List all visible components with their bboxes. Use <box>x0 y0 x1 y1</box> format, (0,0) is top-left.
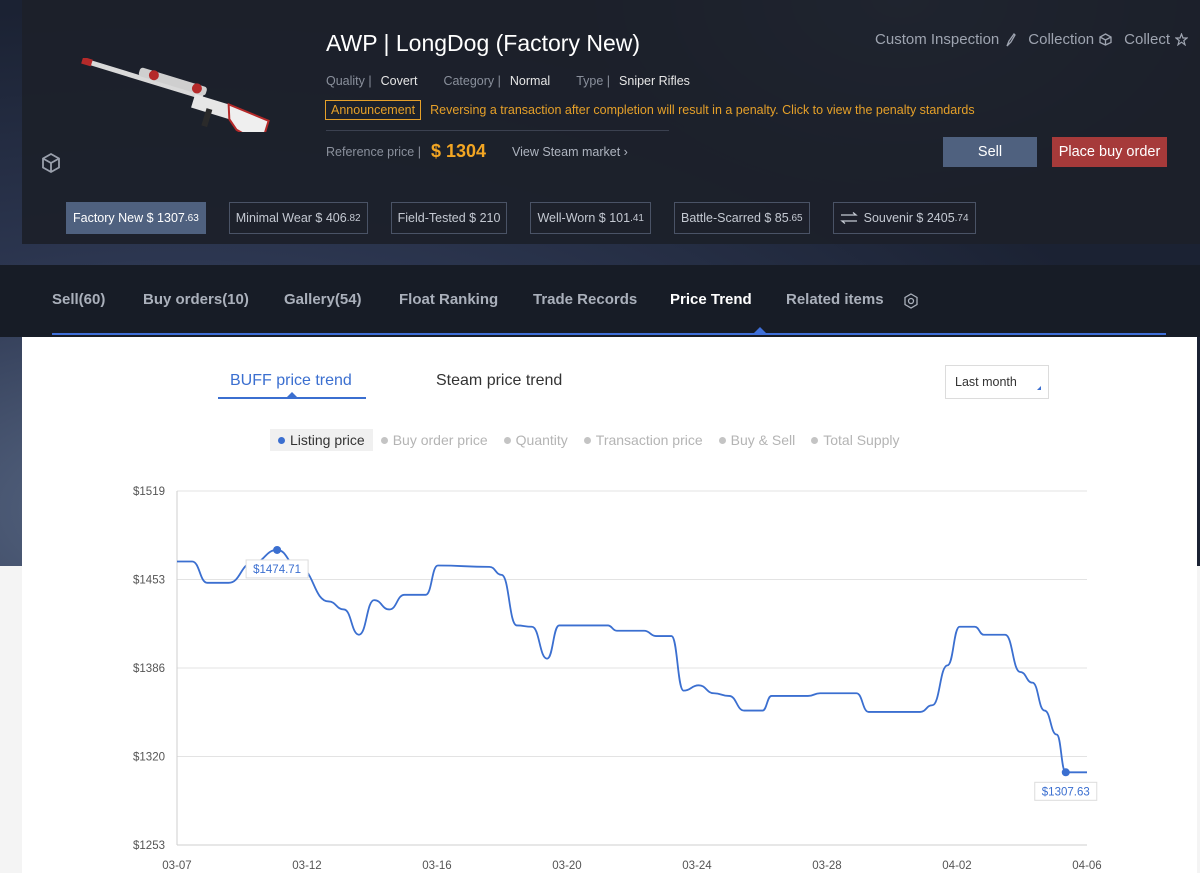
collect-button[interactable]: Collect <box>1124 31 1188 48</box>
price-trend-chart: $1519 $1453 $1386 $1320 $1253 03-07 03-12 03-16… <box>133 486 1102 872</box>
category-value: Normal <box>509 74 551 88</box>
tab-sell[interactable]: Sell(60) <box>52 291 105 308</box>
wear-label: Factory New $ 1307 <box>73 211 185 225</box>
tab-trade-records[interactable]: Trade Records <box>533 291 637 308</box>
wear-decimal: .41 <box>630 212 644 224</box>
tabs-container: Sell(60) Buy orders(10) Gallery(54) Floa… <box>52 265 1166 335</box>
x-tick-label: 03-24 <box>682 860 712 872</box>
announcement-badge: Announcement <box>325 100 422 120</box>
tab-buy-orders[interactable]: Buy orders(10) <box>143 291 249 308</box>
reference-price-value: $ 1304 <box>430 141 487 161</box>
reference-price-row: Reference price | $ 1304 View Steam mark… <box>326 141 628 162</box>
divider <box>326 130 669 131</box>
wear-well-worn[interactable]: Well-Worn $ 101.41 <box>530 202 651 234</box>
swap-icon <box>839 212 858 224</box>
x-tick-label: 04-02 <box>942 860 971 872</box>
collect-label: Collect <box>1124 31 1170 48</box>
announcement-row: Announcement Reversing a transaction aft… <box>325 100 975 120</box>
x-tick-label: 03-16 <box>422 860 451 872</box>
x-tick-label: 03-07 <box>162 860 191 872</box>
settings-icon[interactable] <box>903 293 919 309</box>
box-icon <box>1099 33 1112 46</box>
y-tick-label: $1253 <box>133 840 165 852</box>
category-label: Category | <box>443 74 501 88</box>
price-marker-label: $1307.63 <box>1042 786 1090 798</box>
active-tab-caret <box>754 327 766 333</box>
quality-value: Covert <box>380 74 418 88</box>
wear-decimal: .82 <box>346 212 361 224</box>
y-tick-label: $1386 <box>133 663 165 675</box>
x-tick-label: 04-06 <box>1072 860 1101 872</box>
brush-icon <box>1006 32 1017 46</box>
price-marker <box>273 545 282 554</box>
announcement-link[interactable]: Reversing a transaction after completion… <box>430 103 974 117</box>
wear-decimal: .65 <box>788 212 803 224</box>
y-tick-label: $1453 <box>133 575 165 587</box>
wear-decimal: .63 <box>184 212 199 224</box>
wear-selector: Factory New $ 1307.63 Minimal Wear $ 406… <box>66 202 976 234</box>
custom-inspection-button[interactable]: Custom Inspection <box>875 31 1017 48</box>
wear-minimal-wear[interactable]: Minimal Wear $ 406.82 <box>228 202 368 234</box>
wear-label: Well-Worn $ 101 <box>537 211 631 225</box>
type-label: Type | <box>576 74 611 88</box>
3d-inspect-icon[interactable] <box>40 152 62 174</box>
price-marker-label: $1474.71 <box>253 564 301 576</box>
tabs-bar: Sell(60) Buy orders(10) Gallery(54) Floa… <box>0 265 1200 337</box>
header-actions: Custom Inspection Collection Collect <box>875 31 1188 48</box>
y-tick-label: $1519 <box>133 486 165 498</box>
category-field: Category | Normal <box>443 74 550 88</box>
wear-label: Souvenir $ 2405 <box>863 211 955 225</box>
wear-decimal: .74 <box>954 212 969 224</box>
price-marker <box>1061 768 1070 777</box>
place-buy-order-button[interactable]: Place buy order <box>1052 137 1167 167</box>
x-tick-label: 03-12 <box>292 860 321 872</box>
sell-button[interactable]: Sell <box>943 137 1037 167</box>
wear-factory-new[interactable]: Factory New $ 1307.63 <box>66 202 206 234</box>
listing-price-line <box>177 549 1087 774</box>
reference-price-label: Reference price | <box>326 144 421 159</box>
type-field: Type | Sniper Rifles <box>576 74 690 88</box>
item-title: AWP | LongDog (Factory New) <box>326 30 641 56</box>
tab-price-trend[interactable]: Price Trend <box>670 291 752 308</box>
star-icon <box>1175 33 1188 46</box>
view-steam-market-link[interactable]: View Steam market › <box>512 145 628 159</box>
tab-float-ranking[interactable]: Float Ranking <box>399 291 498 308</box>
quality-label: Quality | <box>326 74 372 88</box>
wear-label: Field-Tested $ 210 <box>397 211 501 225</box>
wear-label: Minimal Wear $ 406 <box>235 211 347 225</box>
awp-longdog-image <box>81 58 270 132</box>
custom-inspection-label: Custom Inspection <box>875 31 1000 48</box>
x-tick-label: 03-20 <box>552 860 581 872</box>
type-value: Sniper Rifles <box>619 74 690 88</box>
collection-button[interactable]: Collection <box>1028 31 1112 48</box>
wear-souvenir[interactable]: Souvenir $ 2405.74 <box>832 202 976 234</box>
wear-battle-scarred[interactable]: Battle-Scarred $ 85.65 <box>674 202 810 234</box>
y-tick-label: $1320 <box>133 752 165 764</box>
tab-gallery[interactable]: Gallery(54) <box>284 291 362 308</box>
tab-related-items[interactable]: Related items <box>786 291 884 308</box>
item-meta-row: Quality | Covert Category | Normal Type | S… <box>326 74 690 88</box>
quality-field: Quality | Covert <box>326 74 417 88</box>
x-tick-label: 03-28 <box>812 860 841 872</box>
collection-label: Collection <box>1028 31 1095 48</box>
wear-label: Battle-Scarred $ 85 <box>681 211 789 225</box>
wear-field-tested[interactable]: Field-Tested $ 210 <box>390 202 508 234</box>
